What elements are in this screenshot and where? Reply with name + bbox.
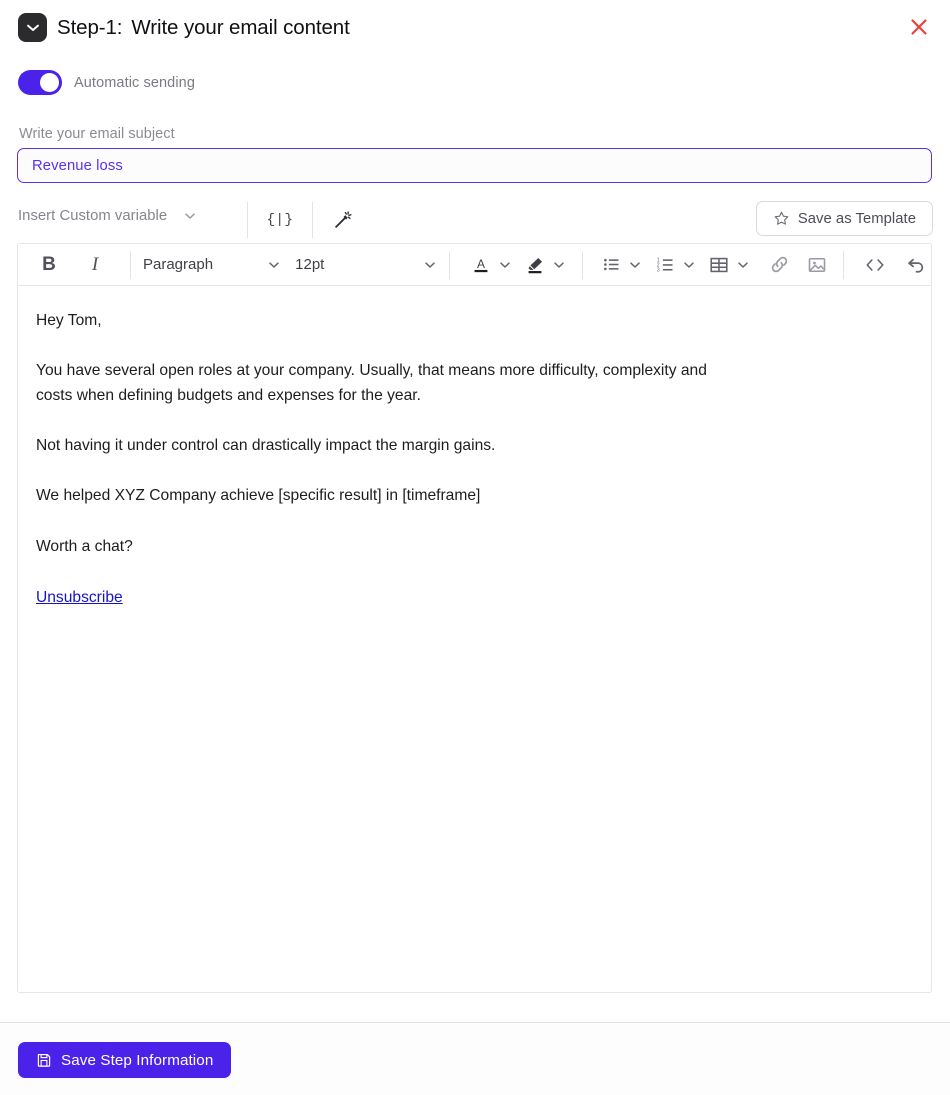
text-color-icon[interactable]: A xyxy=(468,251,494,279)
unsubscribe-link[interactable]: Unsubscribe xyxy=(36,589,123,606)
image-icon[interactable] xyxy=(803,251,831,279)
email-subject-input[interactable] xyxy=(17,148,932,183)
numbered-list-chevron-down-icon[interactable] xyxy=(678,250,700,280)
table-chevron-down-icon[interactable] xyxy=(732,250,754,280)
chevron-down-icon xyxy=(183,209,197,223)
curly-brace-variable-icon[interactable]: {|} xyxy=(261,206,299,234)
link-icon[interactable] xyxy=(766,251,794,279)
email-step-editor-page: Step-1: Write your email content Automat… xyxy=(0,0,950,1095)
bold-button[interactable]: B xyxy=(34,250,64,280)
star-icon xyxy=(773,210,790,227)
svg-text:A: A xyxy=(477,257,485,271)
automatic-sending-label: Automatic sending xyxy=(74,74,195,91)
editor-toolbar-divider-1 xyxy=(130,250,131,279)
toolbar-divider-1 xyxy=(247,202,248,238)
editor-toolbar-divider-2 xyxy=(449,250,451,279)
body-paragraph: Worth a chat? xyxy=(36,538,133,555)
rich-text-editor: B I Paragraph 12pt A 1 2 3 Hey Tom, You … xyxy=(17,243,932,993)
bulleted-list-chevron-down-icon[interactable] xyxy=(624,250,646,280)
chevron-down-icon xyxy=(267,258,281,272)
block-format-select[interactable]: Paragraph xyxy=(143,250,281,280)
body-paragraph: Not having it under control can drastica… xyxy=(36,437,496,454)
automatic-sending-row: Automatic sending xyxy=(18,70,195,95)
email-body-content[interactable]: Hey Tom, You have several open roles at … xyxy=(18,286,931,992)
body-paragraph: You have several open roles at your comp… xyxy=(36,362,707,404)
chevron-down-icon xyxy=(423,258,437,272)
table-icon[interactable] xyxy=(706,251,732,279)
insert-custom-variable-label: Insert Custom variable xyxy=(18,208,168,224)
automatic-sending-toggle[interactable] xyxy=(18,70,62,95)
body-paragraph: We helped XYZ Company achieve [specific … xyxy=(36,487,481,504)
magic-wand-icon[interactable] xyxy=(328,205,358,235)
source-code-icon[interactable] xyxy=(860,251,890,279)
undo-icon[interactable] xyxy=(901,251,931,279)
save-as-template-button[interactable]: Save as Template xyxy=(755,201,933,236)
page-title: Step-1: Write your email content xyxy=(57,13,350,42)
save-step-information-label: Save Step Information xyxy=(61,1051,214,1069)
save-step-information-button[interactable]: Save Step Information xyxy=(18,1042,232,1078)
editor-toolbar: B I Paragraph 12pt A 1 2 3 xyxy=(18,244,931,286)
editor-toolbar-divider-3 xyxy=(581,250,583,279)
highlight-color-icon[interactable] xyxy=(522,251,548,279)
svg-text:3: 3 xyxy=(656,267,659,273)
toolbar-divider-2 xyxy=(312,202,313,238)
title-text: Write your email content xyxy=(131,15,350,39)
font-size-label: 12pt xyxy=(295,256,325,273)
dialog-header: Step-1: Write your email content xyxy=(0,0,950,56)
numbered-list-icon[interactable]: 1 2 3 xyxy=(652,251,678,279)
insert-custom-variable-select[interactable]: Insert Custom variable xyxy=(18,208,197,224)
font-size-select[interactable]: 12pt xyxy=(295,250,437,280)
italic-button[interactable]: I xyxy=(80,250,110,280)
block-format-label: Paragraph xyxy=(143,256,214,273)
step-label: Step-1: xyxy=(57,15,123,39)
subject-field-label: Write your email subject xyxy=(19,126,175,142)
bulleted-list-icon[interactable] xyxy=(599,251,625,279)
highlight-color-chevron-down-icon[interactable] xyxy=(548,250,570,280)
editor-toolbar-divider-4 xyxy=(842,250,844,279)
toggle-knob xyxy=(40,73,59,92)
save-as-template-label: Save as Template xyxy=(797,210,916,227)
floppy-disk-save-icon xyxy=(36,1052,52,1068)
body-paragraph: Hey Tom, xyxy=(36,312,102,329)
curly-brace-glyph: {|} xyxy=(266,212,294,228)
text-color-chevron-down-icon[interactable] xyxy=(494,250,516,280)
mail-envelope-icon xyxy=(18,13,47,42)
close-icon[interactable] xyxy=(905,13,933,41)
